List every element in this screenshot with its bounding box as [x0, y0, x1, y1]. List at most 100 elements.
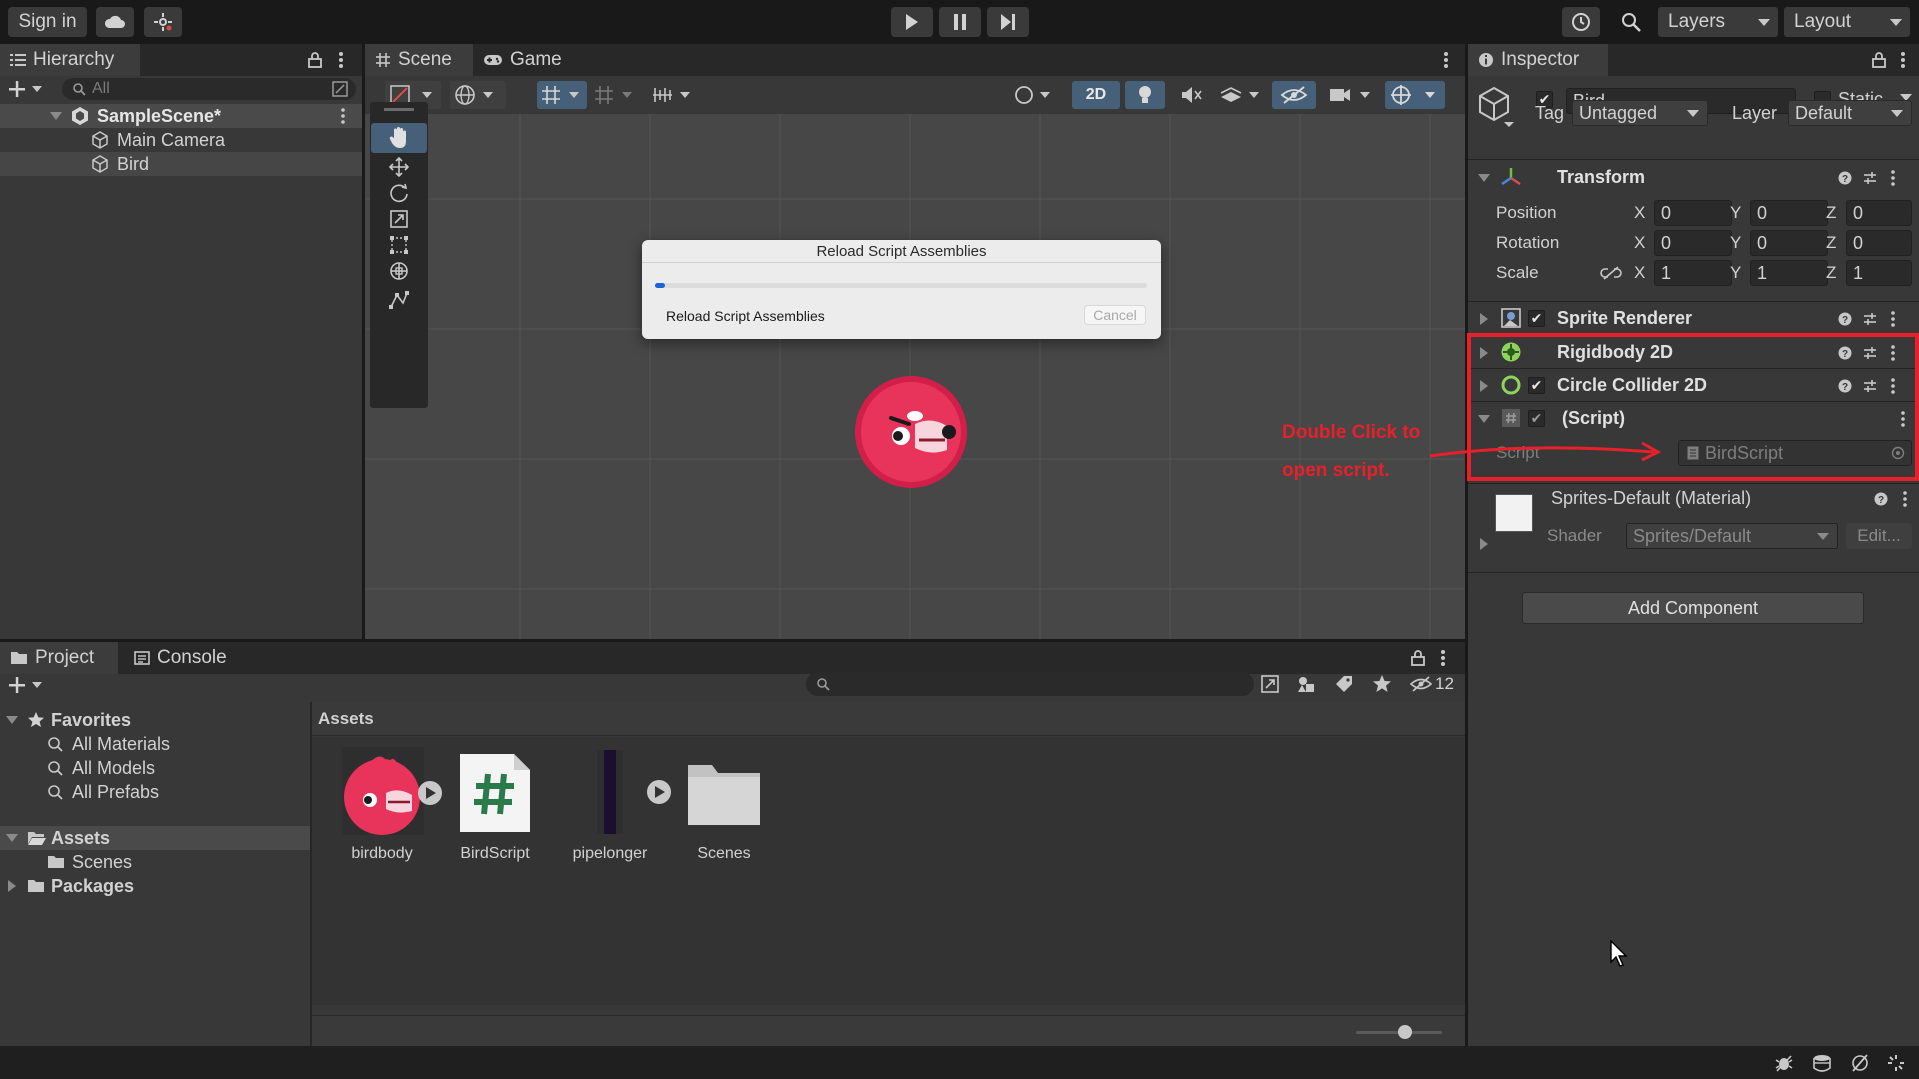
favorites-row[interactable]: Favorites — [0, 708, 310, 732]
hierarchy-item-bird[interactable]: Bird — [0, 152, 362, 176]
more-icon[interactable] — [338, 51, 344, 69]
cloud-icon[interactable] — [96, 7, 134, 37]
search-icon[interactable] — [1612, 7, 1650, 37]
add-component-button[interactable]: Add Component — [1522, 592, 1864, 624]
expand-icon[interactable] — [50, 112, 62, 120]
help-icon[interactable]: ? — [1838, 171, 1852, 185]
cancel-button[interactable]: Cancel — [1084, 305, 1146, 325]
palette-handle[interactable] — [384, 108, 414, 111]
presets-icon[interactable] — [1862, 311, 1878, 327]
layers-dropdown[interactable]: Layers — [1658, 7, 1778, 37]
lock-icon[interactable] — [1411, 650, 1425, 666]
hidden-packages-toggle[interactable]: 12 — [1410, 672, 1458, 696]
favorite-item[interactable]: All Models — [0, 756, 310, 780]
scale-x-field[interactable]: 1 — [1654, 260, 1732, 286]
network-icon[interactable] — [1850, 1054, 1870, 1072]
ruler-dropdown[interactable] — [648, 81, 698, 109]
tab-inspector[interactable]: Inspector — [1468, 44, 1608, 76]
hand-tool-icon[interactable] — [371, 123, 427, 153]
layout-dropdown[interactable]: Layout — [1784, 7, 1910, 37]
play-icon[interactable] — [891, 7, 933, 37]
presets-icon[interactable] — [1862, 170, 1878, 186]
scenes-folder-row[interactable]: Scenes — [0, 850, 310, 874]
position-x-field[interactable]: 0 — [1654, 200, 1732, 226]
layer-dropdown[interactable]: Default — [1788, 100, 1912, 126]
create-asset-button[interactable] — [8, 676, 46, 694]
search-scene-icon[interactable] — [1260, 674, 1280, 694]
more-icon[interactable] — [1890, 311, 1896, 327]
shader-dropdown[interactable]: Sprites/Default — [1626, 523, 1838, 549]
pause-icon[interactable] — [939, 7, 981, 37]
more-icon[interactable] — [340, 108, 346, 124]
tab-project[interactable]: Project — [0, 642, 118, 674]
material-preview[interactable] — [1495, 494, 1533, 532]
asset-birdscript[interactable] — [458, 752, 532, 834]
expand-icon[interactable] — [1480, 313, 1488, 325]
more-icon[interactable] — [1902, 491, 1908, 507]
hierarchy-search-input[interactable]: All — [62, 78, 356, 100]
transform-component-header[interactable]: Sprite Renderer Transform ? — [1468, 161, 1919, 194]
more-icon[interactable] — [1443, 51, 1449, 69]
position-y-field[interactable]: 0 — [1750, 200, 1828, 226]
bug-icon[interactable] — [1774, 1054, 1794, 1072]
tab-hierarchy[interactable]: Hierarchy — [0, 44, 140, 76]
help-icon[interactable]: ? — [1838, 312, 1852, 326]
tag-dropdown[interactable]: Untagged — [1572, 100, 1708, 126]
tab-scene[interactable]: Scene — [365, 44, 473, 76]
assets-folder-row[interactable]: Assets — [0, 826, 310, 850]
asset-pipelonger[interactable] — [595, 748, 675, 838]
expand-icon[interactable] — [8, 880, 16, 892]
more-icon[interactable] — [1440, 649, 1446, 667]
add-object-button[interactable] — [8, 80, 46, 98]
scale-y-field[interactable]: 1 — [1750, 260, 1828, 286]
bird-sprite[interactable] — [853, 344, 977, 494]
increment-snap-toggle[interactable] — [590, 81, 640, 109]
audio-toggle[interactable] — [1171, 81, 1211, 109]
favorite-item[interactable]: All Prefabs — [0, 780, 310, 804]
more-icon[interactable] — [1900, 51, 1906, 69]
packages-folder-row[interactable]: Packages — [0, 874, 310, 898]
enabled-checkbox[interactable]: ✔ — [1528, 310, 1545, 327]
favorite-item[interactable]: All Materials — [0, 732, 310, 756]
rotation-z-field[interactable]: 0 — [1846, 230, 1912, 256]
hidden-objects-toggle[interactable] — [1272, 81, 1316, 109]
custom-tool-icon[interactable] — [371, 284, 427, 314]
sign-in-button[interactable]: Sign in — [8, 7, 87, 37]
rotation-y-field[interactable]: 0 — [1750, 230, 1828, 256]
constrain-proportions-icon[interactable] — [1600, 265, 1622, 281]
expand-icon[interactable] — [6, 834, 18, 842]
globe-dropdown[interactable] — [450, 81, 506, 109]
gizmos-dropdown[interactable] — [1385, 81, 1445, 109]
lock-icon[interactable] — [308, 52, 322, 68]
filter-label-icon[interactable] — [1334, 674, 1354, 694]
gameobject-icon[interactable] — [1476, 84, 1520, 128]
expand-icon[interactable] — [6, 716, 18, 724]
help-icon[interactable]: ? — [1874, 492, 1888, 506]
more-icon[interactable] — [1890, 170, 1896, 186]
step-icon[interactable] — [987, 7, 1029, 37]
tab-game[interactable]: Game — [473, 44, 573, 76]
scene-row[interactable]: SampleScene* — [0, 104, 362, 128]
cache-icon[interactable] — [1812, 1054, 1832, 1072]
lighting-toggle[interactable] — [1125, 81, 1165, 109]
effects-dropdown[interactable] — [1215, 81, 1265, 109]
history-icon[interactable] — [1562, 7, 1600, 37]
camera-dropdown[interactable] — [1323, 81, 1379, 109]
tab-console[interactable]: Console — [124, 642, 244, 674]
slider-thumb[interactable] — [1398, 1025, 1412, 1039]
position-z-field[interactable]: 0 — [1846, 200, 1912, 226]
expand-icon[interactable] — [1478, 174, 1490, 182]
asset-scenes-folder[interactable] — [686, 763, 762, 827]
shading-dropdown[interactable] — [1010, 81, 1058, 109]
grid-snap-toggle[interactable] — [537, 81, 587, 109]
hierarchy-item-main-camera[interactable]: Main Camera — [0, 128, 362, 152]
scale-z-field[interactable]: 1 — [1846, 260, 1912, 286]
filter-type-icon[interactable] — [1296, 674, 1316, 694]
rotation-x-field[interactable]: 0 — [1654, 230, 1732, 256]
sprite-renderer-component-header[interactable]: ✔ Sprite Renderer ? — [1468, 302, 1919, 335]
project-search-input[interactable] — [806, 672, 1254, 696]
transform-tool-icon[interactable] — [371, 256, 427, 286]
toggle-2d-button[interactable]: 2D — [1072, 81, 1120, 109]
breadcrumb-label[interactable]: Assets — [318, 709, 374, 729]
asset-birdbody[interactable] — [340, 745, 450, 855]
